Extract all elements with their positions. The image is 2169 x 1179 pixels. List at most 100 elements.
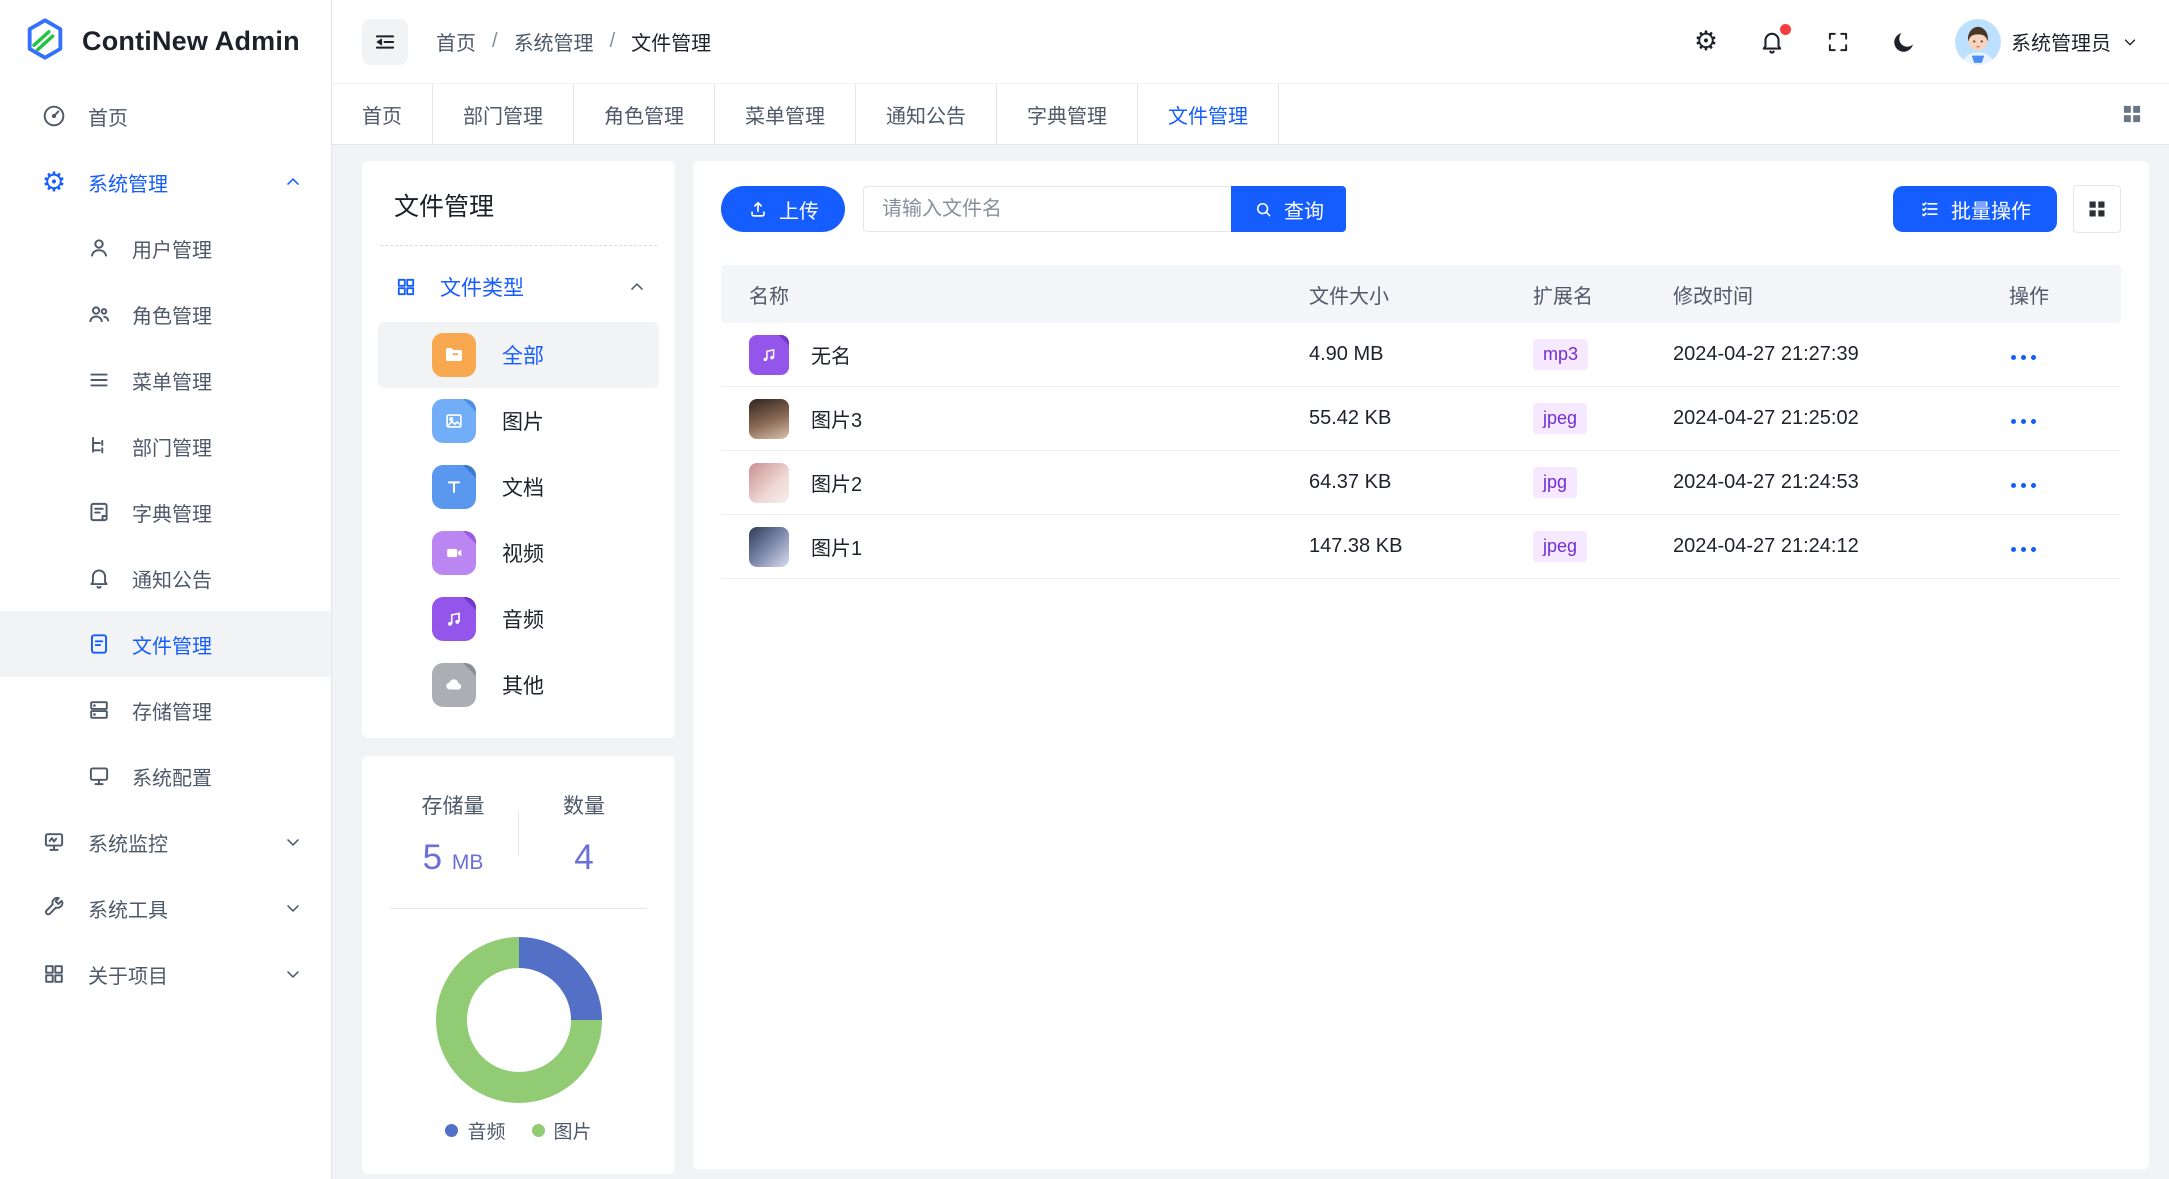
search-button[interactable]: 查询 <box>1231 186 1346 232</box>
storage-usage-label: 存储量 <box>388 790 518 820</box>
file-type-audio[interactable]: 音频 <box>378 586 659 652</box>
table-row[interactable]: 图片3 55.42 KB jpeg 2024-04-27 21:25:02 <box>721 387 2121 451</box>
legend-item-audio[interactable]: 音频 <box>445 1117 505 1144</box>
user-name: 系统管理员 <box>2011 27 2111 56</box>
file-type-label: 图片 <box>502 406 544 436</box>
column-header-size: 文件大小 <box>1281 280 1505 309</box>
file-type-label: 其他 <box>502 670 544 700</box>
file-name: 图片1 <box>811 532 862 561</box>
dark-mode-moon-icon[interactable] <box>1889 27 1919 57</box>
file-name: 图片3 <box>811 404 862 433</box>
file-sidebar-column: 文件管理 文件类型 全部 <box>362 161 675 1169</box>
dashboard-icon <box>40 102 68 130</box>
tab-file-management[interactable]: 文件管理 <box>1138 84 1279 144</box>
tab-role[interactable]: 角色管理 <box>574 84 715 144</box>
table-row[interactable]: 无名 4.90 MB mp3 2024-04-27 21:27:39 <box>721 323 2121 387</box>
sidebar-item-menu-management[interactable]: 菜单管理 <box>0 347 331 413</box>
sidebar-item-home[interactable]: 首页 <box>0 83 331 149</box>
fullscreen-icon[interactable] <box>1823 27 1853 57</box>
file-size: 4.90 MB <box>1281 343 1505 366</box>
search-input[interactable] <box>863 186 1231 232</box>
dictionary-icon <box>86 499 112 525</box>
sidebar-item-system-config[interactable]: 系统配置 <box>0 743 331 809</box>
sidebar-item-system-tools[interactable]: 系统工具 <box>0 875 331 941</box>
breadcrumb-item[interactable]: 系统管理 <box>514 27 594 56</box>
tab-notice[interactable]: 通知公告 <box>856 84 997 144</box>
upload-button[interactable]: 上传 <box>721 186 845 232</box>
more-actions-icon[interactable] <box>2009 349 2038 366</box>
storage-chart: 音频 图片 <box>388 937 649 1144</box>
breadcrumb-item-current: 文件管理 <box>631 27 711 56</box>
sidebar-item-label: 文件管理 <box>132 630 212 659</box>
sidebar-item-user-management[interactable]: 用户管理 <box>0 215 331 281</box>
folder-all-icon <box>432 333 476 377</box>
file-type-video[interactable]: 视频 <box>378 520 659 586</box>
tree-icon <box>86 433 112 459</box>
file-size: 55.42 KB <box>1281 407 1505 430</box>
file-table: 名称 文件大小 扩展名 修改时间 操作 无名 4.90 MB <box>721 265 2121 579</box>
file-size: 64.37 KB <box>1281 471 1505 494</box>
file-type-document[interactable]: 文档 <box>378 454 659 520</box>
table-row[interactable]: 图片1 147.38 KB jpeg 2024-04-27 21:24:12 <box>721 515 2121 579</box>
more-actions-icon[interactable] <box>2009 541 2038 558</box>
panel-divider <box>390 908 647 909</box>
grid-view-toggle-button[interactable] <box>2073 185 2121 233</box>
sidebar-item-storage-management[interactable]: 存储管理 <box>0 677 331 743</box>
sidebar-item-label: 系统配置 <box>132 762 212 791</box>
file-type-panel: 文件管理 文件类型 全部 <box>362 161 675 738</box>
file-type-all[interactable]: 全部 <box>378 322 659 388</box>
storage-stats-panel: 存储量 5 MB 数量 4 音频 图片 <box>362 756 675 1174</box>
table-body: 无名 4.90 MB mp3 2024-04-27 21:27:39 图片3 <box>721 323 2121 579</box>
ext-badge: mp3 <box>1533 339 1588 370</box>
sidebar-item-dept-management[interactable]: 部门管理 <box>0 413 331 479</box>
tab-home[interactable]: 首页 <box>332 84 433 144</box>
checklist-icon <box>1919 198 1941 220</box>
more-actions-icon[interactable] <box>2009 477 2038 494</box>
sidebar-item-label: 关于项目 <box>88 960 263 989</box>
chevron-down-icon <box>283 832 303 852</box>
file-type-image[interactable]: 图片 <box>378 388 659 454</box>
sidebar-item-about-project[interactable]: 关于项目 <box>0 941 331 1007</box>
table-row[interactable]: 图片2 64.37 KB jpg 2024-04-27 21:24:53 <box>721 451 2121 515</box>
monitor-icon <box>86 763 112 789</box>
app-logo-icon <box>22 16 68 68</box>
tab-label: 首页 <box>362 100 402 129</box>
sidebar-item-label: 部门管理 <box>132 432 212 461</box>
sidebar-item-notice[interactable]: 通知公告 <box>0 545 331 611</box>
legend-item-image[interactable]: 图片 <box>532 1117 592 1144</box>
storage-usage-unit: MB <box>452 851 484 874</box>
settings-gear-icon[interactable]: ⚙ <box>1691 27 1721 57</box>
grid-outline-icon <box>394 275 418 299</box>
more-actions-icon[interactable] <box>2009 413 2038 430</box>
tab-menu[interactable]: 菜单管理 <box>715 84 856 144</box>
sidebar-item-system-management[interactable]: ⚙ 系统管理 <box>0 149 331 215</box>
users-icon <box>86 301 112 327</box>
legend-dot <box>445 1124 458 1137</box>
bell-icon <box>86 565 112 591</box>
sidebar-collapse-button[interactable] <box>362 19 408 65</box>
batch-operation-button[interactable]: 批量操作 <box>1893 186 2057 232</box>
sidebar-item-dict-management[interactable]: 字典管理 <box>0 479 331 545</box>
tab-label: 菜单管理 <box>745 100 825 129</box>
search-box: 查询 <box>863 186 1346 232</box>
breadcrumb-item[interactable]: 首页 <box>436 27 476 56</box>
chevron-down-icon <box>283 898 303 918</box>
logo-row[interactable]: ContiNew Admin <box>0 0 331 83</box>
file-type-group-header[interactable]: 文件类型 <box>376 246 661 322</box>
tab-bar-right <box>2119 84 2169 144</box>
user-menu[interactable]: 系统管理员 <box>1955 19 2139 65</box>
sidebar-item-system-monitor[interactable]: 系统监控 <box>0 809 331 875</box>
file-type-other[interactable]: 其他 <box>378 652 659 718</box>
storage-donut <box>436 937 602 1103</box>
file-size: 147.38 KB <box>1281 535 1505 558</box>
tab-dept[interactable]: 部门管理 <box>433 84 574 144</box>
tab-grid-icon[interactable] <box>2119 101 2145 127</box>
notification-badge <box>1780 24 1791 35</box>
sidebar-item-role-management[interactable]: 角色管理 <box>0 281 331 347</box>
sidebar-item-file-management[interactable]: 文件管理 <box>0 611 331 677</box>
sidebar-item-label: 系统管理 <box>88 168 263 197</box>
tab-dict[interactable]: 字典管理 <box>997 84 1138 144</box>
file-time: 2024-04-27 21:27:39 <box>1645 343 1981 366</box>
notification-bell-icon[interactable] <box>1757 27 1787 57</box>
file-icon <box>86 631 112 657</box>
